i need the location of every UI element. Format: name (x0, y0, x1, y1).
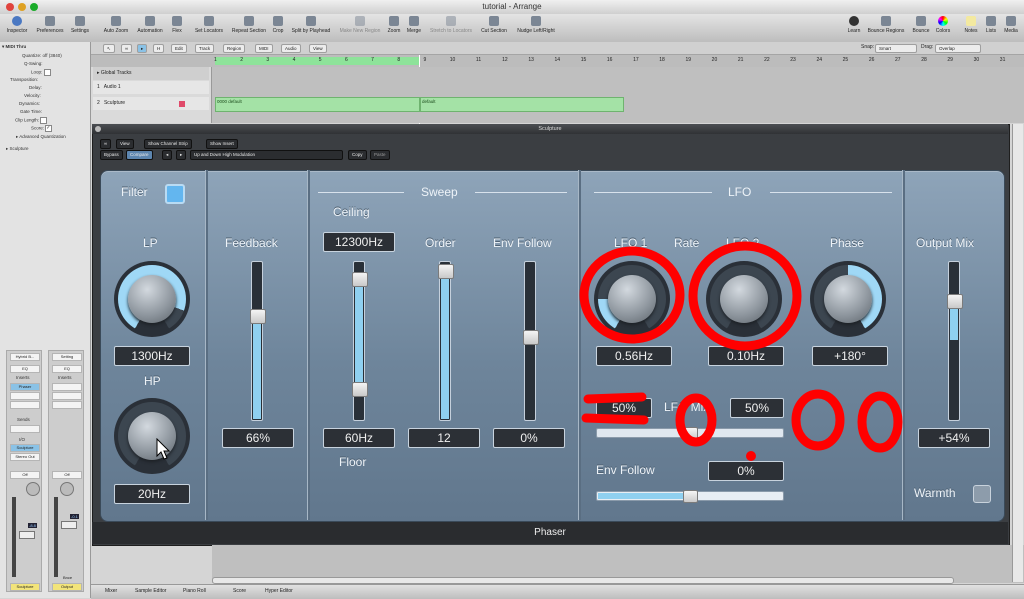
tab-mixer[interactable]: Mixer (105, 588, 117, 594)
annotation-equals (581, 392, 649, 425)
annotation-zero (675, 393, 717, 447)
annotation-circle-lfo2 (688, 241, 802, 351)
horizontal-scrollbar[interactable] (212, 577, 954, 584)
annotation-zero (791, 389, 845, 451)
bottom-tabs: Mixer Sample Editor Piano Roll Score Hyp… (91, 584, 1024, 599)
tab-hyper-editor[interactable]: Hyper Editor (265, 588, 293, 594)
tab-score[interactable]: Score (233, 588, 246, 594)
vertical-scrollbar[interactable] (1012, 124, 1023, 582)
annotation-decimal-point (746, 451, 756, 461)
annotation-circle-lfo1 (579, 246, 685, 344)
red-annotation (579, 241, 903, 461)
tab-sample-editor[interactable]: Sample Editor (135, 588, 166, 594)
annotation-zero (857, 391, 903, 453)
tab-piano-roll[interactable]: Piano Roll (183, 588, 206, 594)
